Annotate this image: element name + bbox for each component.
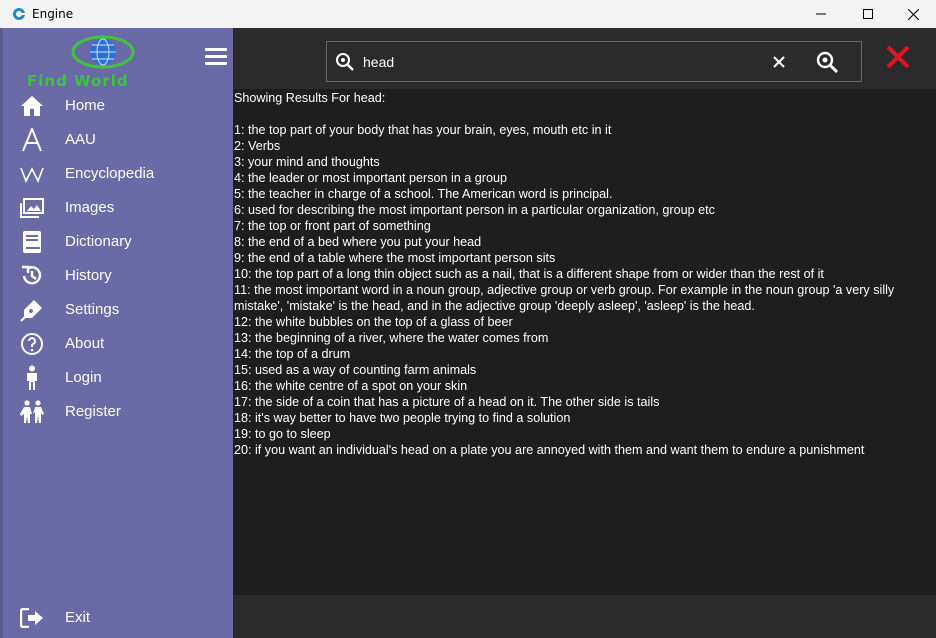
- result-line-20: 20: if you want an individual's head on …: [234, 443, 865, 457]
- result-line-16: 16: the white centre of a spot on your s…: [234, 379, 468, 393]
- close-search-icon[interactable]: [885, 44, 911, 70]
- nav-label-images: Images: [65, 199, 115, 216]
- result-line-19: 19: to go to sleep: [234, 427, 331, 441]
- result-line-7: 7: the top or front part of something: [234, 219, 431, 233]
- search-input[interactable]: [363, 51, 763, 73]
- nav-item-dictionary[interactable]: Dictionary: [3, 226, 233, 258]
- close-icon: [907, 8, 919, 20]
- people-icon: [19, 400, 45, 424]
- bottom-bar: [233, 595, 936, 638]
- nav-item-register[interactable]: Register: [3, 396, 233, 428]
- logo-text: Find World: [27, 72, 129, 90]
- nav-label-dictionary: Dictionary: [65, 233, 132, 250]
- nav-label-settings: Settings: [65, 301, 120, 318]
- result-line-1: 1: the top part of your body that has yo…: [234, 123, 612, 137]
- nav-label-exit: Exit: [65, 609, 91, 626]
- nav-item-images[interactable]: Images: [3, 192, 233, 224]
- hamburger-icon: [205, 48, 227, 51]
- app-icon: [13, 8, 25, 20]
- title-bar: Engine: [0, 0, 936, 28]
- result-line-10: 10: the top part of a long thin object s…: [234, 267, 824, 281]
- result-line-6: 6: used for describing the most importan…: [234, 203, 715, 217]
- search-icon: [336, 53, 354, 71]
- question-icon: [19, 332, 45, 356]
- nav-item-settings[interactable]: Settings: [3, 294, 233, 326]
- clear-icon[interactable]: [771, 54, 787, 70]
- search-submit-icon[interactable]: [815, 50, 839, 74]
- history-icon: [19, 264, 45, 288]
- result-line-5: 5: the teacher in charge of a school. Th…: [234, 187, 613, 201]
- close-window-button[interactable]: [890, 0, 936, 28]
- result-line-9: 9: the end of a table where the most imp…: [234, 251, 556, 265]
- nav-item-login[interactable]: Login: [3, 362, 233, 394]
- result-line-2: 2: Verbs: [234, 139, 281, 153]
- nav-label-login: Login: [65, 369, 102, 386]
- result-line-13: 13: the beginning of a river, where the …: [234, 331, 549, 345]
- nav-label-register: Register: [65, 403, 121, 420]
- wikipedia-icon: [19, 162, 45, 186]
- nav-label-home: Home: [65, 97, 106, 114]
- result-line-4: 4: the leader or most important person i…: [234, 171, 508, 185]
- result-line-8: 8: the end of a bed where you put your h…: [234, 235, 482, 249]
- window-title: Engine: [32, 7, 74, 21]
- maximize-icon: [863, 9, 873, 19]
- nav-item-aau[interactable]: AAU: [3, 124, 233, 156]
- nav-label-history: History: [65, 267, 112, 284]
- letter-a-icon: [19, 128, 45, 152]
- nav-label-aau: AAU: [65, 131, 96, 148]
- search-bar-area: [233, 28, 936, 89]
- results-header: Showing Results For head:: [234, 91, 386, 105]
- minimize-button[interactable]: [798, 0, 844, 28]
- exit-icon: [19, 606, 45, 630]
- nav-label-encyclopedia: Encyclopedia: [65, 165, 155, 182]
- nav-item-about[interactable]: About: [3, 328, 233, 360]
- menu-toggle-button[interactable]: [205, 48, 227, 66]
- result-line-12: 12: the white bubbles on the top of a gl…: [234, 315, 513, 329]
- main-panel: Showing Results For head: 1: the top par…: [233, 28, 936, 638]
- result-line-17: 17: the side of a coin that has a pictur…: [234, 395, 660, 409]
- nav-item-encyclopedia[interactable]: Encyclopedia: [3, 158, 233, 190]
- nav-label-about: About: [65, 335, 105, 352]
- logo: Find World: [25, 32, 165, 90]
- person-icon: [19, 365, 45, 390]
- images-icon: [19, 196, 45, 220]
- sidebar: Find World Home AAU Encyclopedia Images …: [3, 28, 233, 638]
- book-icon: [19, 230, 45, 254]
- nav-item-exit[interactable]: Exit: [3, 602, 233, 634]
- result-line-18: 18: it's way better to have two people t…: [234, 411, 571, 425]
- result-line-3: 3: your mind and thoughts: [234, 155, 380, 169]
- search-box: [326, 41, 862, 82]
- pen-icon: [19, 298, 45, 322]
- result-line-14: 14: the top of a drum: [234, 347, 351, 361]
- nav-item-home[interactable]: Home: [3, 90, 233, 122]
- minimize-icon: [816, 13, 826, 15]
- maximize-button[interactable]: [845, 0, 891, 28]
- nav-item-history[interactable]: History: [3, 260, 233, 292]
- result-line-11: 11: the most important word in a noun gr…: [234, 283, 895, 313]
- results-list: Showing Results For head: 1: the top par…: [234, 90, 934, 458]
- home-icon: [19, 94, 45, 118]
- result-line-15: 15: used as a way of counting farm anima…: [234, 363, 477, 377]
